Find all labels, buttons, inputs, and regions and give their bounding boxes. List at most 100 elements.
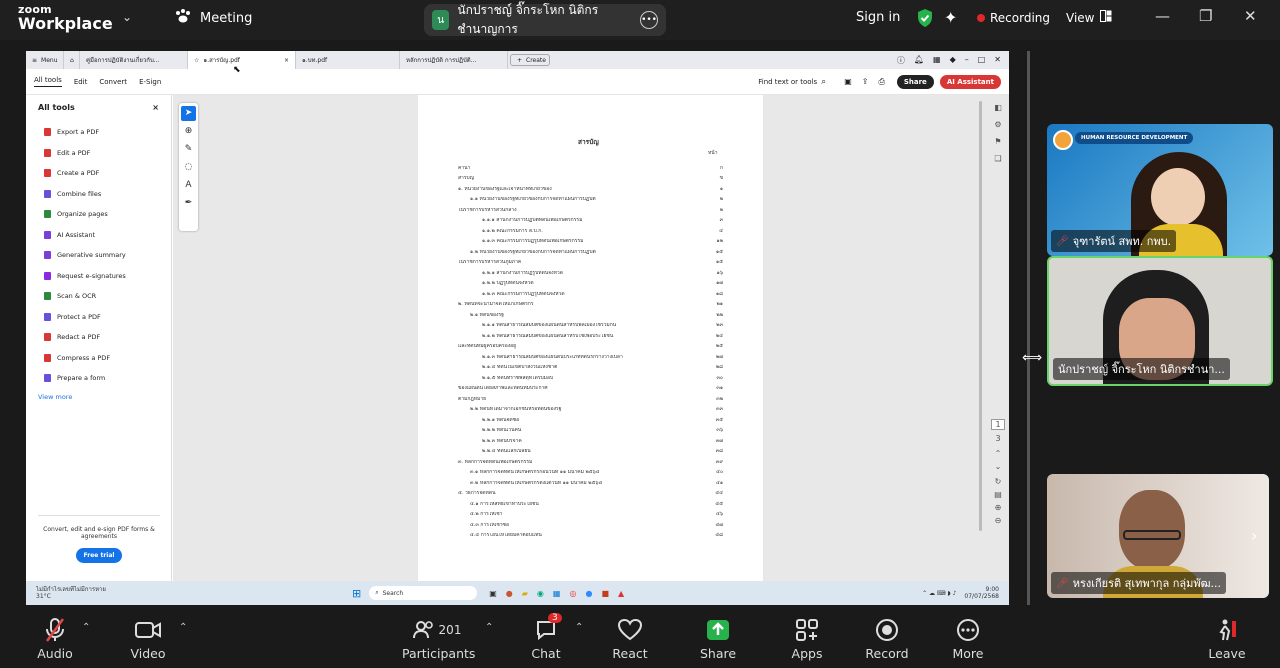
chevron-up-icon[interactable]: ⌃ xyxy=(988,449,1008,458)
leave-button[interactable]: Leave xyxy=(1208,616,1246,661)
pen-icon[interactable]: ✎ xyxy=(181,142,196,157)
apps-button[interactable]: Apps xyxy=(789,616,825,661)
chat-options-caret-icon[interactable]: ⌃ xyxy=(575,622,583,633)
tab-document-3[interactable]: ๑.บท.pdf xyxy=(296,51,400,69)
maximize-icon[interactable]: □ xyxy=(978,55,986,66)
chrome-icon[interactable]: ◎ xyxy=(569,589,576,598)
powerpoint-icon[interactable]: ■ xyxy=(601,589,609,598)
lasso-icon[interactable]: ◌ xyxy=(181,160,196,175)
record-button[interactable]: Record xyxy=(864,616,910,661)
tool-item[interactable]: Edit a PDF xyxy=(26,143,171,164)
participants-options-caret-icon[interactable]: ⌃ xyxy=(485,622,493,633)
file-explorer-icon[interactable]: ▰ xyxy=(522,589,528,598)
find-tools-input[interactable]: Find text or tools xyxy=(758,78,817,86)
chevron-down-icon[interactable]: ⌄ xyxy=(988,462,1008,471)
windows-start-icon[interactable]: ⊞ xyxy=(352,587,361,600)
acrobat-share-button[interactable]: Share xyxy=(896,74,934,89)
menu-convert[interactable]: Convert xyxy=(99,78,127,86)
help-icon[interactable]: ⓘ xyxy=(897,55,905,66)
tool-item[interactable]: Create a PDF xyxy=(26,163,171,184)
tool-item[interactable]: Combine files xyxy=(26,184,171,205)
zoom-app-icon[interactable]: ● xyxy=(585,589,592,598)
minimize-icon[interactable]: – xyxy=(965,55,969,66)
close-icon[interactable]: ✕ xyxy=(994,55,1001,66)
tool-item[interactable]: Compress a PDF xyxy=(26,348,171,369)
more-button[interactable]: More xyxy=(950,616,986,661)
taskbar-search[interactable]: ⌕ Search xyxy=(369,586,478,600)
upload-icon[interactable]: ⇪ xyxy=(862,77,869,86)
sidebar-icon[interactable]: ◧ xyxy=(988,103,1008,112)
tab-document-1[interactable]: คู่มือการปฏิบัติงานเกี่ยวกับ... xyxy=(80,51,188,69)
account-icon[interactable]: ◆ xyxy=(950,55,956,66)
save-icon[interactable]: ▣ xyxy=(844,77,852,86)
zoom-in-icon[interactable]: ⊕ xyxy=(988,503,1008,512)
chat-button[interactable]: 3 Chat xyxy=(528,613,564,661)
chevron-down-icon[interactable]: ⌄ xyxy=(122,10,132,24)
rotate-icon[interactable]: ↻ xyxy=(988,477,1008,486)
tool-item[interactable]: AI Assistant xyxy=(26,225,171,246)
home-icon[interactable]: ⌂ xyxy=(64,51,80,69)
tool-item[interactable]: Generative summary xyxy=(26,245,171,266)
select-icon[interactable]: ➤ xyxy=(181,106,196,121)
meeting-menu[interactable]: Meeting xyxy=(174,8,252,28)
task-view-icon[interactable]: ▣ xyxy=(489,589,497,598)
pages-icon[interactable]: ❏ xyxy=(988,154,1008,163)
tool-item[interactable]: Scan & OCR xyxy=(26,286,171,307)
widgets-icon[interactable]: ● xyxy=(506,589,513,598)
free-trial-button[interactable]: Free trial xyxy=(75,548,123,563)
tool-item[interactable]: Prepare a form xyxy=(26,368,171,389)
bell-icon[interactable]: 🔔︎ xyxy=(914,55,924,66)
settings-icon[interactable]: ⚙ xyxy=(988,120,1008,129)
sparkle-icon[interactable]: ✦ xyxy=(944,8,957,27)
view-more-link[interactable]: View more xyxy=(26,389,171,405)
edge-icon[interactable]: ◉ xyxy=(537,589,544,598)
close-tab-icon[interactable]: × xyxy=(284,57,289,64)
create-button[interactable]: + Create xyxy=(510,54,550,66)
restore-icon[interactable]: ❐ xyxy=(1199,7,1212,25)
clock[interactable]: 9:00 07/07/2568 xyxy=(964,586,999,600)
recording-indicator[interactable]: Recording xyxy=(977,11,1050,25)
video-options-caret-icon[interactable]: ⌃ xyxy=(179,622,187,633)
scrollbar[interactable] xyxy=(979,101,982,531)
page-number-input[interactable]: 1 xyxy=(991,419,1005,430)
minimize-icon[interactable]: — xyxy=(1155,7,1170,25)
shield-check-icon[interactable] xyxy=(916,8,934,32)
audio-options-caret-icon[interactable]: ⌃ xyxy=(82,622,90,633)
video-button[interactable]: Video xyxy=(127,616,169,661)
participant-tile-1[interactable]: HUMAN RESOURCE DEVELOPMENT 🎤︎ จุฑารัตน์ ส… xyxy=(1047,124,1273,256)
sign-in-button[interactable]: Sign in xyxy=(856,10,900,25)
tray-icons[interactable]: ⌃ ☁ ⌨ ◗ ♪ xyxy=(922,590,956,597)
tool-item[interactable]: Export a PDF xyxy=(26,122,171,143)
text-select-icon[interactable]: A xyxy=(181,178,196,193)
tab-menu[interactable]: ≡ Menu xyxy=(26,51,64,69)
tab-document-4[interactable]: หลักการปฏิบัติ การปฏิบัติ... xyxy=(400,51,508,69)
zoom-out-icon[interactable]: ⊖ xyxy=(988,516,1008,525)
participant-tile-3[interactable]: › 🎤︎ หรงเกียรติ สุเทพากุล กลุ่มพัฒ... xyxy=(1047,474,1269,598)
fit-page-icon[interactable]: ▤ xyxy=(988,490,1008,499)
bookmark-icon[interactable]: ⚑ xyxy=(988,137,1008,146)
tool-item[interactable]: Protect a PDF xyxy=(26,307,171,328)
store-icon[interactable]: ▦ xyxy=(553,589,561,598)
menu-edit[interactable]: Edit xyxy=(74,78,88,86)
participants-button[interactable]: 201 Participants xyxy=(402,616,475,661)
more-icon[interactable]: ••• xyxy=(640,11,658,29)
react-button[interactable]: React xyxy=(612,616,648,661)
view-button[interactable]: View xyxy=(1066,10,1112,25)
print-icon[interactable]: ⎙ xyxy=(878,77,884,87)
tool-item[interactable]: Redact a PDF xyxy=(26,327,171,348)
close-panel-icon[interactable]: × xyxy=(152,103,159,112)
audio-button[interactable]: Audio xyxy=(34,616,76,661)
menu-esign[interactable]: E-Sign xyxy=(139,78,161,86)
weather-widget[interactable]: ไม่มีกำไรเลขที่ไม่มีการหาย... 31°C xyxy=(36,586,106,600)
search-icon[interactable]: ⌕ xyxy=(821,77,826,87)
apps-icon[interactable]: ▦ xyxy=(933,55,941,66)
meeting-info-pill[interactable]: น นักปราชญ์ จิ๊กระโหก นิติกรชำนาญการ ••• xyxy=(424,3,666,36)
tab-document-2[interactable]: ☆ ๑.สารบัญ.pdf × xyxy=(188,51,296,69)
resize-arrows-icon[interactable]: ⟺ xyxy=(1022,350,1042,366)
close-icon[interactable]: ✕ xyxy=(1244,7,1257,25)
menu-all-tools[interactable]: All tools xyxy=(34,76,62,87)
stamp-icon[interactable]: ✒ xyxy=(181,196,196,211)
ai-assistant-button[interactable]: AI Assistant xyxy=(939,74,1001,89)
next-page-icon[interactable]: › xyxy=(1251,526,1257,545)
participant-tile-2-active-speaker[interactable]: นักปราชญ์ จิ๊กระโหก นิติกรชำนา... xyxy=(1047,256,1273,386)
